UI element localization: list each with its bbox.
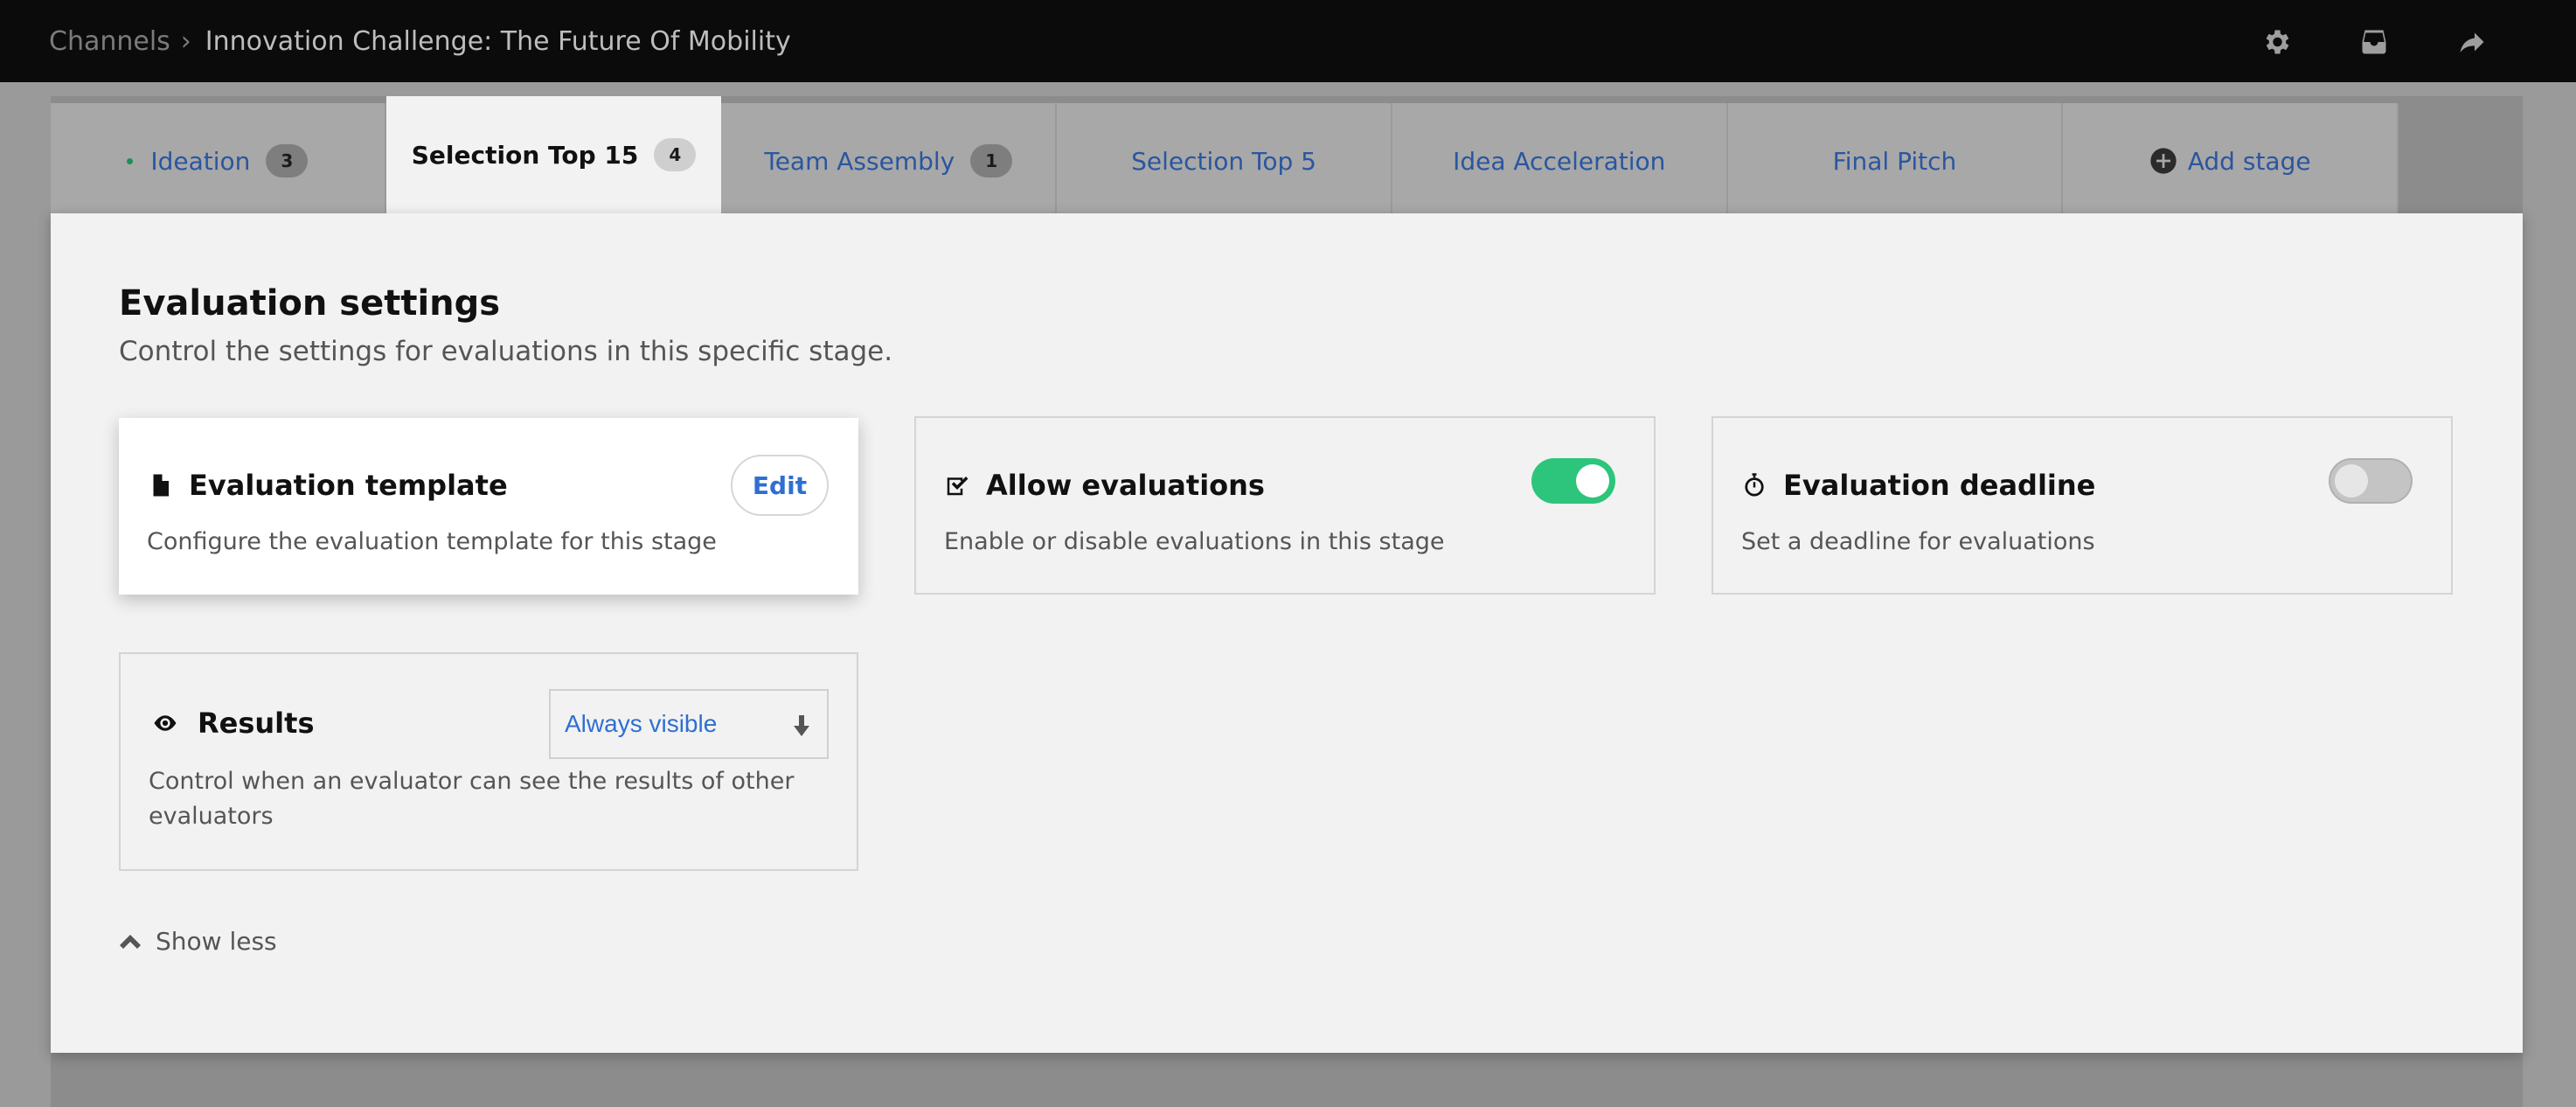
inbox-icon[interactable] [2355,23,2393,61]
tab-label: Selection Top 5 [1131,146,1316,176]
show-less-label: Show less [156,927,277,956]
card-title: Results [149,707,314,740]
show-less-button[interactable]: Show less [119,927,277,956]
count-badge: 1 [970,144,1013,178]
card-title-text: Allow evaluations [986,469,1265,502]
tab-label: Team Assembly [764,146,955,176]
evaluation-deadline-card: Evaluation deadline Set a deadline for e… [1712,416,2453,595]
toggle-knob [2335,464,2368,498]
card-title-text: Evaluation deadline [1783,469,2096,502]
edit-button[interactable]: Edit [731,455,829,516]
tab-label: Final Pitch [1832,146,1957,176]
checkbox-icon [947,477,969,496]
card-description: Control when an evaluator can see the re… [149,768,795,830]
panel-subtitle: Control the settings for evaluations in … [119,336,893,367]
count-badge: 4 [654,138,697,171]
top-bar: Channels › Innovation Challenge: The Fut… [0,0,2576,82]
card-title: Evaluation template [147,469,508,502]
chevron-up-icon [120,934,141,949]
eye-icon [154,715,177,731]
card-title: Allow evaluations [944,469,1265,502]
evaluation-template-card: Evaluation template Configure the evalua… [119,418,858,595]
evaluation-settings-panel: Evaluation settings Control the settings… [51,213,2523,1053]
breadcrumb-channels-link[interactable]: Channels [49,26,170,57]
toggle-knob [1576,464,1609,498]
tab-label: Idea Acceleration [1453,146,1666,176]
results-visibility-select[interactable]: Always visible [549,689,829,759]
gear-icon[interactable] [2257,23,2295,61]
tab-ideation[interactable]: Ideation 3 [51,103,386,213]
card-title-text: Evaluation template [189,469,508,502]
card-description: Configure the evaluation template for th… [147,528,717,555]
card-title: Evaluation deadline [1741,469,2095,502]
allow-evaluations-toggle[interactable] [1531,458,1615,504]
tab-label: Ideation [150,146,251,176]
tab-team-assembly[interactable]: Team Assembly 1 [721,103,1058,213]
card-title-text: Results [198,707,315,740]
share-icon[interactable] [2453,23,2491,61]
stopwatch-icon [1745,473,1764,497]
add-stage-button[interactable]: Add stage [2063,103,2399,213]
breadcrumb-separator: › [180,25,191,57]
evaluation-deadline-toggle[interactable] [2329,458,2413,504]
allow-evaluations-card: Allow evaluations Enable or disable eval… [914,416,1656,595]
tab-selection-top-15[interactable]: Selection Top 15 4 [385,96,722,213]
status-dot [127,157,134,164]
results-card: Results Control when an evaluator can se… [119,652,858,871]
card-description: Set a deadline for evaluations [1741,528,2095,555]
tab-label: Add stage [2187,146,2311,176]
tab-selection-top-5[interactable]: Selection Top 5 [1057,103,1392,213]
select-value: Always visible [565,710,718,737]
card-description: Enable or disable evaluations in this st… [944,528,1445,555]
tab-final-pitch[interactable]: Final Pitch [1727,103,2064,213]
count-badge: 3 [266,144,309,178]
panel-title: Evaluation settings [119,283,501,324]
stage-tabs: Ideation 3 Selection Top 15 4 Team Assem… [51,96,2399,213]
plus-circle-icon [2150,148,2177,174]
tab-label: Selection Top 15 [411,140,639,170]
tab-idea-acceleration[interactable]: Idea Acceleration [1392,103,1728,213]
document-icon [153,474,169,497]
arrow-down-icon [794,715,809,736]
breadcrumb-current: Innovation Challenge: The Future Of Mobi… [205,25,791,57]
